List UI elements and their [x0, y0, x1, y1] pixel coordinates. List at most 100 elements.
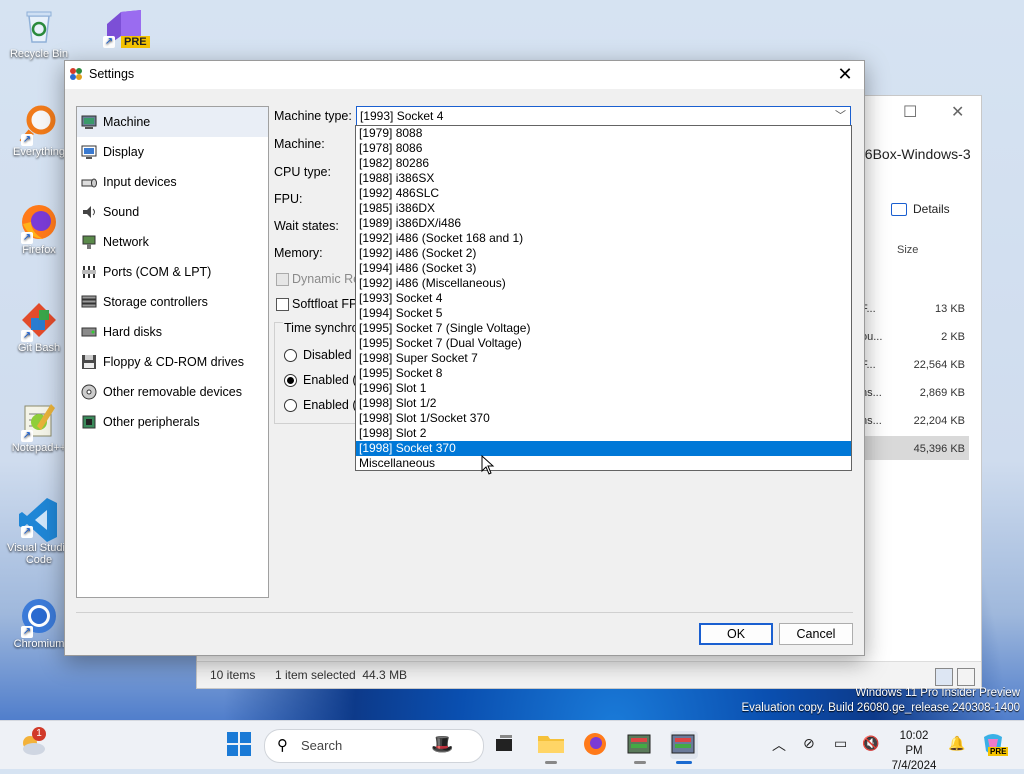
explorer-address-fragment[interactable]: 86Box-Windows-3	[857, 146, 977, 170]
machine-type-dropdown-list[interactable]: [1979] 8088 [1978] 8086 [1982] 80286 [19…	[355, 125, 852, 471]
mouse-cursor-icon	[481, 455, 495, 475]
task-view-icon	[496, 735, 512, 751]
dropdown-option[interactable]: [1982] 80286	[356, 156, 851, 171]
dropdown-option[interactable]: [1979] 8088	[356, 126, 851, 141]
details-label: Details	[913, 202, 950, 216]
desktop-icon-label: Firefox	[22, 244, 56, 256]
desktop-icon-visual-studio-preview[interactable]: ↗ PRE	[88, 6, 154, 48]
dropdown-option[interactable]: [1994] Socket 5	[356, 306, 851, 321]
time-sync-enabled-local-radio[interactable]	[284, 374, 297, 387]
desktop-icon-label: Everything	[13, 146, 65, 158]
tiles-view-icon[interactable]	[957, 668, 975, 686]
copilot-button[interactable]: PRE	[980, 731, 1009, 759]
ok-button[interactable]: OK	[699, 623, 773, 645]
desktop-icon-notepad-plus[interactable]: ↗ Notepad++	[6, 400, 72, 454]
nav-item-input-devices[interactable]: Input devices	[77, 167, 268, 197]
file-row-size: 13 KB	[935, 303, 965, 315]
nav-item-machine[interactable]: Machine	[77, 107, 268, 137]
desktop-icon-firefox[interactable]: ↗ Firefox	[6, 202, 72, 256]
dialog-titlebar[interactable]: Settings ✕	[65, 61, 864, 89]
chevron-up-icon[interactable]: ︿	[772, 735, 786, 755]
nav-item-label: Other removable devices	[103, 385, 242, 399]
display-tray-icon[interactable]: ▭	[834, 735, 847, 752]
desktop-icon-git-bash[interactable]: ↗ Git Bash	[6, 300, 72, 354]
search-placeholder: Search	[301, 738, 343, 753]
desktop-icon-recycle-bin[interactable]: Recycle Bin	[6, 6, 72, 60]
softfloat-fpu-checkbox[interactable]	[276, 298, 289, 311]
details-pane-icon	[891, 202, 907, 216]
taskbar-86box-settings[interactable]	[670, 731, 698, 764]
cancel-button[interactable]: Cancel	[779, 623, 853, 645]
preview-badge: PRE	[121, 36, 150, 48]
dropdown-option[interactable]: [1998] Slot 1/2	[356, 396, 851, 411]
dropdown-option[interactable]: Miscellaneous	[356, 456, 851, 470]
nav-item-floppy-cdrom[interactable]: Floppy & CD-ROM drives	[77, 347, 268, 377]
wait-states-label: Wait states:	[274, 219, 339, 233]
nav-item-label: Ports (COM & LPT)	[103, 265, 212, 279]
close-icon[interactable]: ✕	[834, 63, 856, 85]
volume-muted-icon[interactable]: 🔇	[862, 735, 879, 752]
close-icon[interactable]: ✕	[951, 102, 964, 122]
dynamic-recompiler-checkbox[interactable]	[276, 273, 289, 286]
dropdown-option[interactable]: [1998] Slot 1/Socket 370	[356, 411, 851, 426]
machine-type-label: Machine type:	[274, 109, 352, 123]
maximize-icon[interactable]: ☐	[903, 102, 917, 122]
task-view-button[interactable]	[492, 731, 520, 759]
storage-controllers-icon	[81, 294, 97, 310]
details-view-icon[interactable]	[935, 668, 953, 686]
nav-item-ports[interactable]: Ports (COM & LPT)	[77, 257, 268, 287]
time-sync-disabled-radio[interactable]	[284, 349, 297, 362]
dropdown-option[interactable]: [1988] i386SX	[356, 171, 851, 186]
removable-devices-icon	[81, 384, 97, 400]
selection-info: 1 item selected 44.3 MB	[275, 668, 408, 682]
dropdown-option-highlighted[interactable]: [1998] Socket 370	[356, 441, 851, 456]
desktop-icon-vscode[interactable]: ↗ Visual Studio Code	[6, 496, 72, 566]
machine-type-select[interactable]: [1993] Socket 4 ﹀	[356, 106, 851, 126]
dropdown-option[interactable]: [1995] Socket 8	[356, 366, 851, 381]
taskbar-file-explorer[interactable]	[537, 731, 565, 764]
nav-item-network[interactable]: Network	[77, 227, 268, 257]
86box-app-icon	[69, 67, 83, 81]
sound-icon	[81, 204, 97, 220]
nav-item-removable-devices[interactable]: Other removable devices	[77, 377, 268, 407]
git-bash-icon: ↗	[19, 300, 59, 342]
nav-item-sound[interactable]: Sound	[77, 197, 268, 227]
weather-widget[interactable]: 1	[18, 727, 46, 759]
network-off-icon[interactable]: ⊘	[803, 735, 815, 752]
notepad-plus-icon: ↗	[19, 400, 59, 442]
taskbar-86box-manager[interactable]	[626, 731, 654, 764]
nav-item-other-peripherals[interactable]: Other peripherals	[77, 407, 268, 437]
nav-item-hard-disks[interactable]: Hard disks	[77, 317, 268, 347]
nav-item-display[interactable]: Display	[77, 137, 268, 167]
size-column-header[interactable]: Size	[897, 244, 918, 256]
machine-type-value: [1993] Socket 4	[360, 109, 444, 123]
dropdown-option[interactable]: [1996] Slot 1	[356, 381, 851, 396]
notification-bell-icon[interactable]: 🔔	[948, 735, 965, 752]
dropdown-option[interactable]: [1995] Socket 7 (Dual Voltage)	[356, 336, 851, 351]
details-pane-button[interactable]: Details	[891, 202, 950, 216]
dropdown-option[interactable]: [1992] i486 (Miscellaneous)	[356, 276, 851, 291]
settings-category-list[interactable]: Machine Display Input devices Sound Netw…	[76, 106, 269, 598]
dropdown-option[interactable]: [1992] i486 (Socket 168 and 1)	[356, 231, 851, 246]
dropdown-option[interactable]: [1993] Socket 4	[356, 291, 851, 306]
dropdown-option[interactable]: [1998] Slot 2	[356, 426, 851, 441]
taskbar-search-box[interactable]: ⚲ Search 🎩	[264, 729, 484, 763]
evaluation-watermark: Windows 11 Pro Insider Preview Evaluatio…	[741, 686, 1020, 716]
dropdown-option[interactable]: [1992] i486 (Socket 2)	[356, 246, 851, 261]
dropdown-option[interactable]: [1978] 8086	[356, 141, 851, 156]
dropdown-option[interactable]: [1992] 486SLC	[356, 186, 851, 201]
nav-item-label: Other peripherals	[103, 415, 200, 429]
dropdown-option[interactable]: [1998] Super Socket 7	[356, 351, 851, 366]
dropdown-option[interactable]: [1994] i486 (Socket 3)	[356, 261, 851, 276]
desktop-icon-chromium[interactable]: ↗ Chromium	[6, 596, 72, 650]
time-sync-enabled-local-label: Enabled (l	[303, 373, 360, 387]
dropdown-option[interactable]: [1995] Socket 7 (Single Voltage)	[356, 321, 851, 336]
desktop-icon-everything[interactable]: ↗ Everything	[6, 104, 72, 158]
dropdown-option[interactable]: [1989] i386DX/i486	[356, 216, 851, 231]
start-button[interactable]	[226, 731, 254, 759]
time-sync-enabled-utc-radio[interactable]	[284, 399, 297, 412]
taskbar-firefox[interactable]	[582, 731, 610, 759]
nav-item-storage-controllers[interactable]: Storage controllers	[77, 287, 268, 317]
taskbar-clock[interactable]: 10:02 PM 7/4/2024	[890, 729, 938, 774]
dropdown-option[interactable]: [1985] i386DX	[356, 201, 851, 216]
